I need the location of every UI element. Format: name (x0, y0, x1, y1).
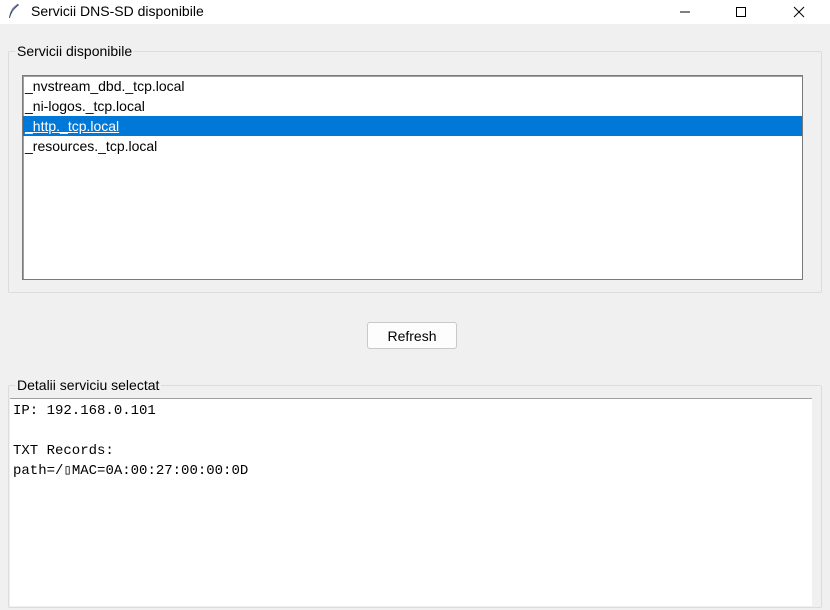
maximize-button[interactable] (714, 0, 768, 24)
list-item[interactable]: _http._tcp.local (23, 116, 802, 136)
list-item-label: _nvstream_dbd._tcp.local (25, 78, 185, 94)
minimize-icon (680, 11, 690, 13)
close-button[interactable] (772, 0, 826, 24)
title-bar[interactable]: Servicii DNS-SD disponibile (0, 0, 830, 24)
maximize-icon (736, 7, 746, 17)
services-listbox[interactable]: _nvstream_dbd._tcp.local _ni-logos._tcp.l… (22, 75, 803, 280)
details-line (13, 421, 812, 441)
services-group-label: Servicii disponibile (17, 43, 133, 59)
feather-icon (9, 3, 19, 18)
details-group-label: Detalii serviciu selectat (17, 377, 160, 393)
minimize-button[interactable] (658, 0, 712, 24)
list-item-label: _resources._tcp.local (25, 138, 158, 154)
list-item-label: _ni-logos._tcp.local (25, 98, 145, 114)
list-item[interactable]: _resources._tcp.local (23, 136, 802, 156)
list-item-label: _http._tcp.local (25, 118, 120, 134)
close-icon (793, 6, 805, 18)
details-line: path=/▯MAC=0A:00:27:00:00:0D (13, 463, 249, 479)
details-line: TXT Records: (13, 443, 114, 459)
list-item[interactable]: _ni-logos._tcp.local (23, 96, 802, 116)
details-line: IP: 192.168.0.101 (13, 403, 156, 419)
refresh-button[interactable]: Refresh (367, 322, 457, 349)
details-textarea[interactable]: IP: 192.168.0.101 TXT Records: path=/▯MAC=… (10, 398, 812, 606)
window-title: Servicii DNS-SD disponibile (31, 3, 204, 19)
list-item[interactable]: _nvstream_dbd._tcp.local (23, 76, 802, 96)
